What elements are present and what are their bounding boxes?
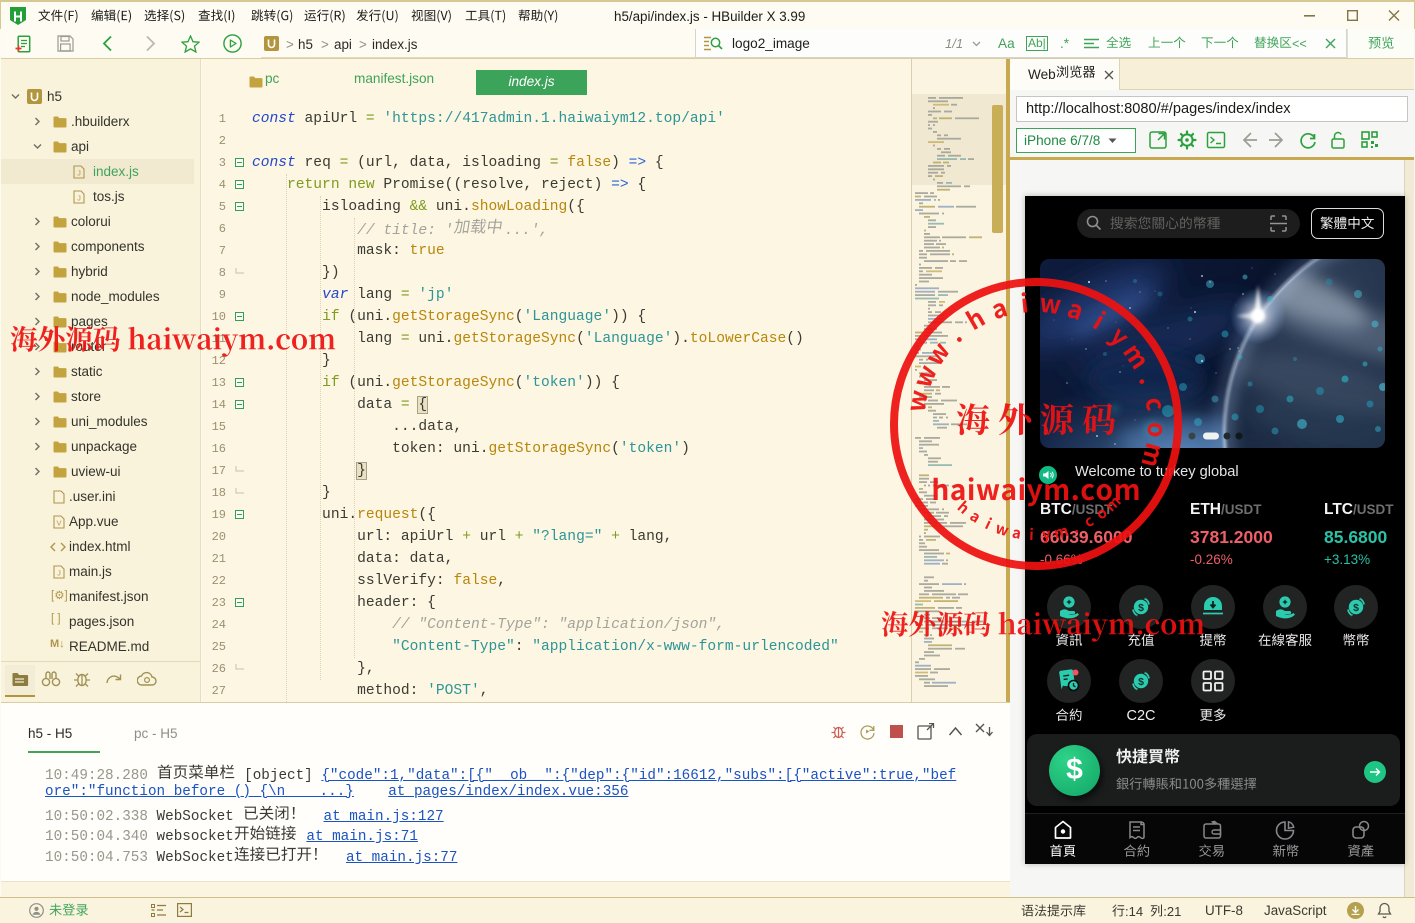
svg-text:J: J bbox=[77, 169, 81, 178]
svg-text:V: V bbox=[56, 519, 61, 528]
svg-text:$: $ bbox=[1138, 676, 1144, 688]
svg-text:J: J bbox=[77, 194, 81, 203]
svg-text:$: $ bbox=[1353, 602, 1359, 614]
svg-text:J: J bbox=[57, 569, 61, 578]
svg-text:$: $ bbox=[1138, 602, 1144, 614]
